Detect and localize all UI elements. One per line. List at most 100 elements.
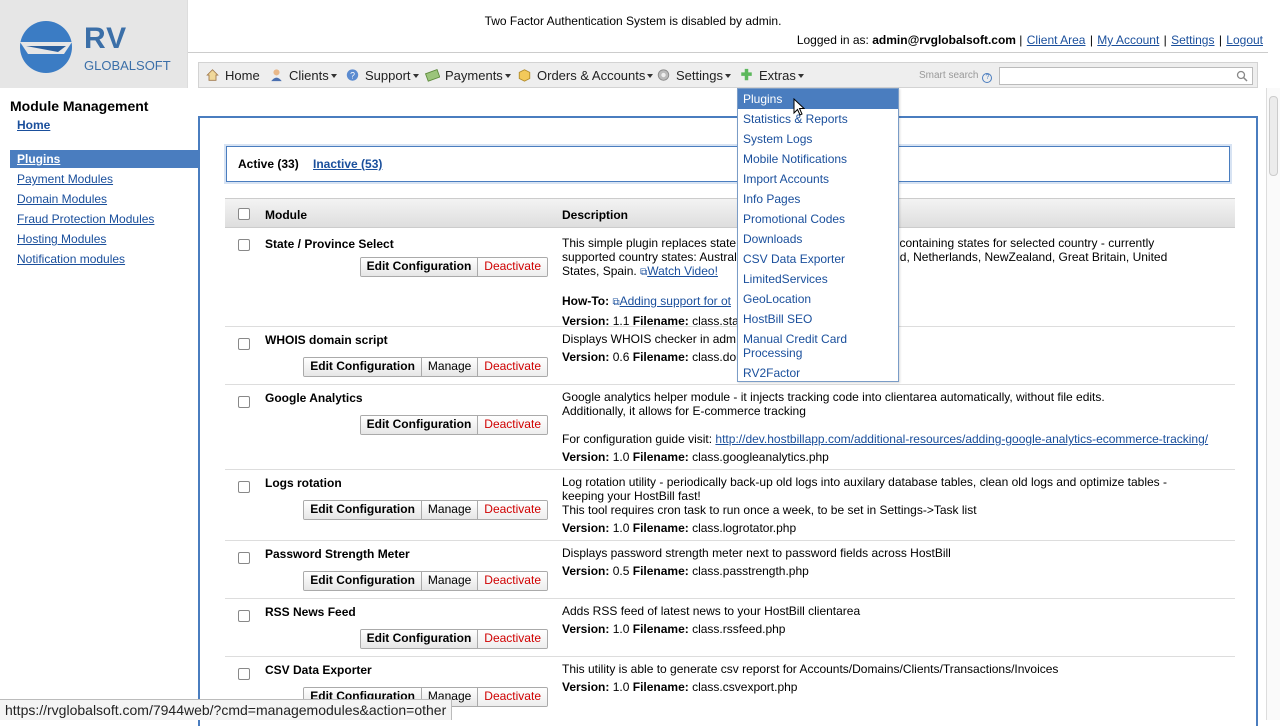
version-label: Version: bbox=[562, 450, 610, 464]
row-actions: Edit Configuration Manage Deactivate bbox=[303, 500, 548, 520]
help-icon[interactable]: ? bbox=[982, 73, 993, 83]
sidebar-home-link[interactable]: Home bbox=[17, 118, 50, 132]
filename-label: Filename: bbox=[632, 564, 689, 578]
tab-inactive[interactable]: Inactive (53) bbox=[313, 157, 382, 171]
module-name: CSV Data Exporter bbox=[265, 663, 372, 677]
version-value: 1.1 bbox=[612, 314, 630, 328]
edit-configuration-button[interactable]: Edit Configuration bbox=[360, 416, 479, 434]
deactivate-button[interactable]: Deactivate bbox=[478, 358, 547, 376]
client-area-link[interactable]: Client Area bbox=[1027, 33, 1086, 47]
edit-configuration-button[interactable]: Edit Configuration bbox=[360, 258, 479, 276]
menu-item-promotional-codes[interactable]: Promotional Codes bbox=[738, 212, 898, 226]
version-value: 1.0 bbox=[612, 680, 630, 694]
menu-item-rv2factor[interactable]: RV2Factor bbox=[738, 366, 898, 380]
sidebar-item-domain-modules[interactable]: Domain Modules bbox=[17, 192, 107, 206]
watch-video-link[interactable]: Watch Video! bbox=[647, 264, 718, 278]
nav-settings[interactable]: Settings bbox=[656, 63, 731, 89]
desc-line: Displays password strength meter next to… bbox=[562, 546, 951, 560]
manage-button[interactable]: Manage bbox=[421, 358, 479, 376]
sidebar-item-plugins-label[interactable]: Plugins bbox=[17, 152, 60, 166]
search-icon[interactable] bbox=[1236, 70, 1248, 82]
config-guide-link[interactable]: http://dev.hostbillapp.com/additional-re… bbox=[715, 432, 1208, 446]
version-label: Version: bbox=[562, 314, 610, 328]
edit-configuration-button[interactable]: Edit Configuration bbox=[304, 501, 422, 519]
deactivate-button[interactable]: Deactivate bbox=[478, 501, 547, 519]
row-checkbox[interactable] bbox=[238, 668, 250, 680]
nav-extras[interactable]: Extras bbox=[739, 63, 804, 89]
desc-line: Adds RSS feed of latest news to your Hos… bbox=[562, 604, 861, 618]
row-checkbox[interactable] bbox=[238, 610, 250, 622]
nav-orders-accounts[interactable]: Orders & Accounts bbox=[517, 63, 654, 89]
main-content: Active (33) Inactive (53) Module Descrip… bbox=[198, 116, 1258, 726]
nav-support[interactable]: ? Support bbox=[345, 63, 419, 89]
nav-clients[interactable]: Clients bbox=[269, 63, 337, 89]
filename-label: Filename: bbox=[632, 350, 689, 364]
mouse-cursor-icon bbox=[793, 98, 805, 116]
smart-search-input[interactable] bbox=[999, 67, 1253, 85]
row-checkbox[interactable] bbox=[238, 481, 250, 493]
table-row: State / Province Select Edit Configurati… bbox=[225, 228, 1235, 328]
row-checkbox[interactable] bbox=[238, 396, 250, 408]
nav-home[interactable]: Home bbox=[205, 63, 260, 89]
filename-label: Filename: bbox=[632, 450, 689, 464]
deactivate-button[interactable]: Deactivate bbox=[478, 572, 547, 590]
my-account-link[interactable]: My Account bbox=[1097, 33, 1159, 47]
home-icon bbox=[206, 69, 219, 81]
edit-configuration-button[interactable]: Edit Configuration bbox=[304, 358, 422, 376]
puzzle-icon bbox=[741, 68, 752, 81]
deactivate-button[interactable]: Deactivate bbox=[478, 688, 547, 706]
row-checkbox[interactable] bbox=[238, 239, 250, 251]
sidebar-item-notification-modules[interactable]: Notification modules bbox=[17, 252, 125, 266]
edit-configuration-button[interactable]: Edit Configuration bbox=[304, 572, 422, 590]
menu-item-mobile-notifications[interactable]: Mobile Notifications bbox=[738, 152, 898, 166]
sidebar-item-hosting-modules[interactable]: Hosting Modules bbox=[17, 232, 106, 246]
menu-item-plugins[interactable]: Plugins bbox=[738, 89, 898, 109]
logo[interactable]: RV GLOBALSOFT bbox=[0, 0, 188, 88]
row-checkbox[interactable] bbox=[238, 552, 250, 564]
desc-line: supported country states: Austral bbox=[562, 250, 737, 264]
row-checkbox[interactable] bbox=[238, 338, 250, 350]
module-tabs: Active (33) Inactive (53) bbox=[226, 146, 1230, 182]
sidebar-item-payment-modules[interactable]: Payment Modules bbox=[17, 172, 113, 186]
settings-link[interactable]: Settings bbox=[1171, 33, 1214, 47]
menu-item-hostbill-seo[interactable]: HostBill SEO bbox=[738, 312, 898, 326]
manage-button[interactable]: Manage bbox=[421, 572, 479, 590]
menu-item-csv-data-exporter[interactable]: CSV Data Exporter bbox=[738, 252, 898, 266]
module-description: Displays password strength meter next to… bbox=[562, 546, 1222, 578]
menu-item-statistics-reports[interactable]: Statistics & Reports bbox=[738, 112, 898, 126]
sidebar: Module Management Home Plugins Payment M… bbox=[0, 88, 198, 720]
menu-item-geolocation[interactable]: GeoLocation bbox=[738, 292, 898, 306]
vertical-scrollbar[interactable] bbox=[1266, 88, 1280, 720]
module-description: Google analytics helper module - it inje… bbox=[562, 390, 1222, 464]
logout-link[interactable]: Logout bbox=[1226, 33, 1263, 47]
menu-item-system-logs[interactable]: System Logs bbox=[738, 132, 898, 146]
table-row: Logs rotation Edit Configuration Manage … bbox=[225, 470, 1235, 541]
deactivate-button[interactable]: Deactivate bbox=[478, 630, 547, 648]
row-actions: Edit Configuration Manage Deactivate bbox=[303, 357, 548, 377]
sidebar-item-plugins[interactable]: Plugins bbox=[10, 150, 198, 168]
module-name: RSS News Feed bbox=[265, 605, 356, 619]
manage-button[interactable]: Manage bbox=[421, 501, 479, 519]
row-actions: Edit Configuration Deactivate bbox=[359, 257, 548, 277]
menu-item-info-pages[interactable]: Info Pages bbox=[738, 192, 898, 206]
nav-payments[interactable]: Payments bbox=[425, 63, 511, 89]
edit-configuration-button[interactable]: Edit Configuration bbox=[360, 630, 479, 648]
filename-value: class.rssfeed.php bbox=[692, 622, 786, 636]
menu-item-manual-credit-card[interactable]: Manual Credit Card Processing bbox=[738, 332, 878, 360]
menu-item-downloads[interactable]: Downloads bbox=[738, 232, 898, 246]
filename-value: class.googleanalytics.php bbox=[692, 450, 829, 464]
table-row: Google Analytics Edit Configuration Deac… bbox=[225, 385, 1235, 470]
scrollbar-thumb[interactable] bbox=[1269, 96, 1278, 176]
howto-link[interactable]: Adding support for ot bbox=[620, 294, 731, 308]
select-all-checkbox[interactable] bbox=[238, 208, 250, 220]
tab-active[interactable]: Active (33) bbox=[238, 157, 299, 171]
logged-in-label: Logged in as: bbox=[796, 33, 869, 47]
deactivate-button[interactable]: Deactivate bbox=[478, 416, 547, 434]
deactivate-button[interactable]: Deactivate bbox=[478, 258, 547, 276]
desc-line: Ireland, Netherlands, NewZealand, Great … bbox=[869, 250, 1168, 264]
sidebar-item-fraud-protection[interactable]: Fraud Protection Modules bbox=[17, 212, 154, 226]
filename-value: class.csvexport.php bbox=[692, 680, 798, 694]
menu-item-import-accounts[interactable]: Import Accounts bbox=[738, 172, 898, 186]
table-row: WHOIS domain script Edit Configuration M… bbox=[225, 327, 1235, 385]
menu-item-limited-services[interactable]: LimitedServices bbox=[738, 272, 898, 286]
